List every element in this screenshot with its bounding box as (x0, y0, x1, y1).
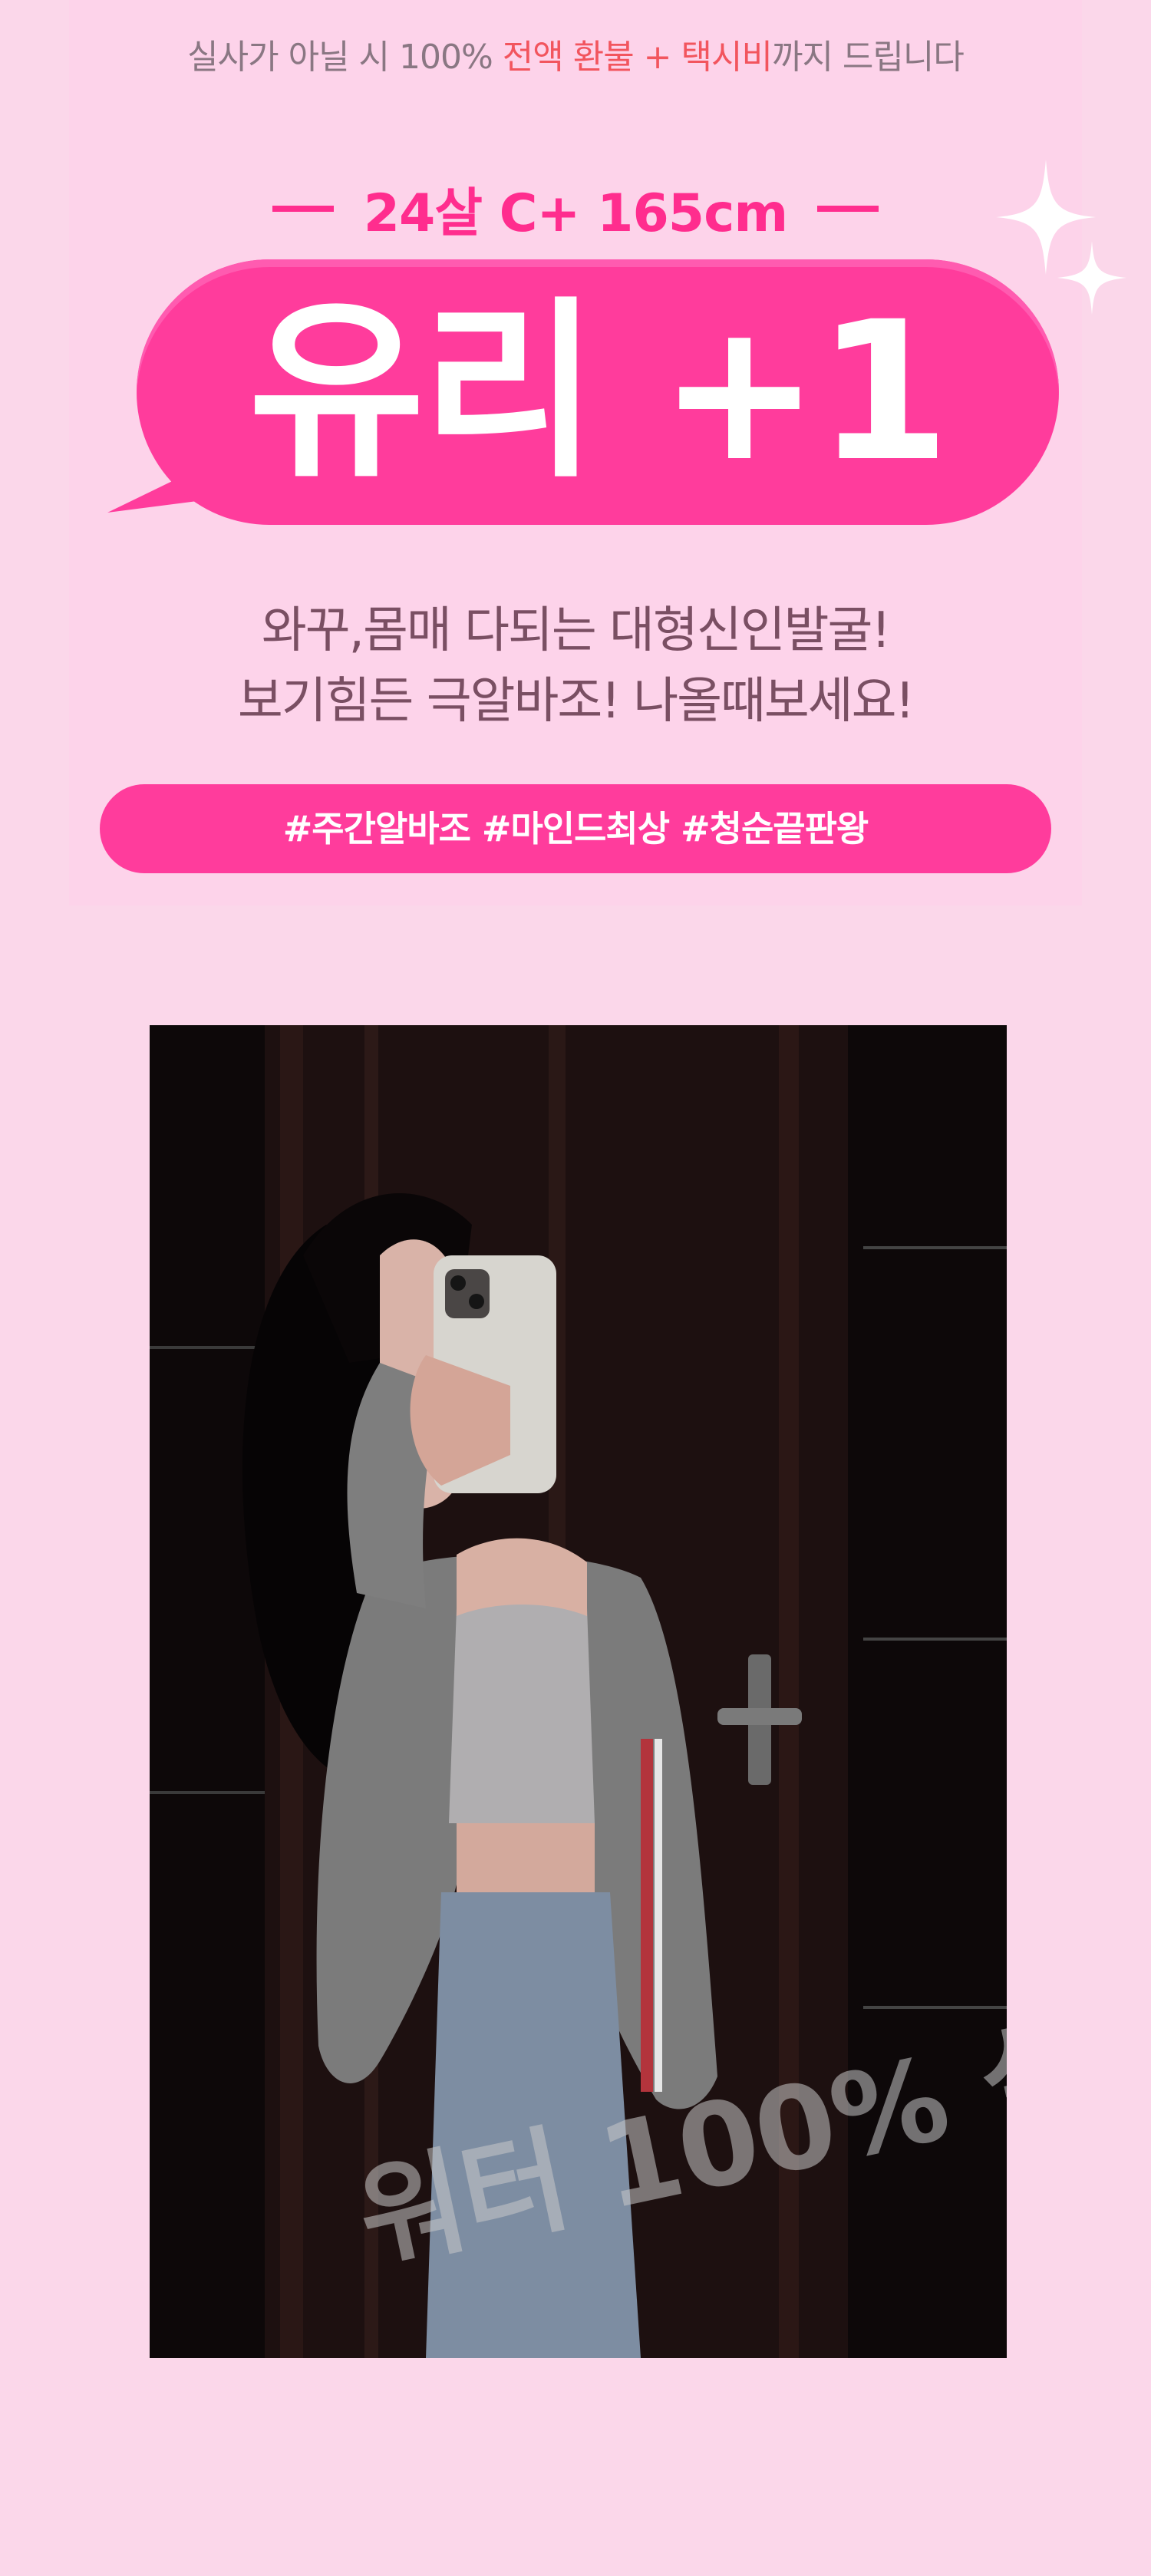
notice-prefix: 실사가 아닐 시 100% (187, 38, 493, 77)
profile-photo: 워터 100% 실사 (150, 1025, 1007, 2358)
profile-description-line2: 보기힘든 극알바조! 나올때보세요! (237, 673, 915, 730)
left-dash (272, 205, 334, 212)
notice-suffix: 까지 드립니다 (771, 38, 965, 77)
right-dash (817, 205, 879, 212)
notice-highlight: 전액 환불 + 택시비 (502, 38, 773, 77)
refund-notice: 실사가 아닐 시 100% 전액 환불 + 택시비까지 드립니다 (0, 29, 1151, 78)
profile-stats: 24살 C+ 165cm (363, 183, 789, 244)
sparkle-small-icon (1057, 241, 1126, 315)
profile-name: 유리 +1 (248, 280, 950, 503)
profile-tags: #주간알바조 #마인드최상 #청순끝판왕 (100, 784, 1051, 873)
stats-row: 24살 C+ 165cm (0, 170, 1151, 246)
profile-description-line1: 와꾸,몸매 다되는 대형신인발굴! (261, 602, 891, 659)
